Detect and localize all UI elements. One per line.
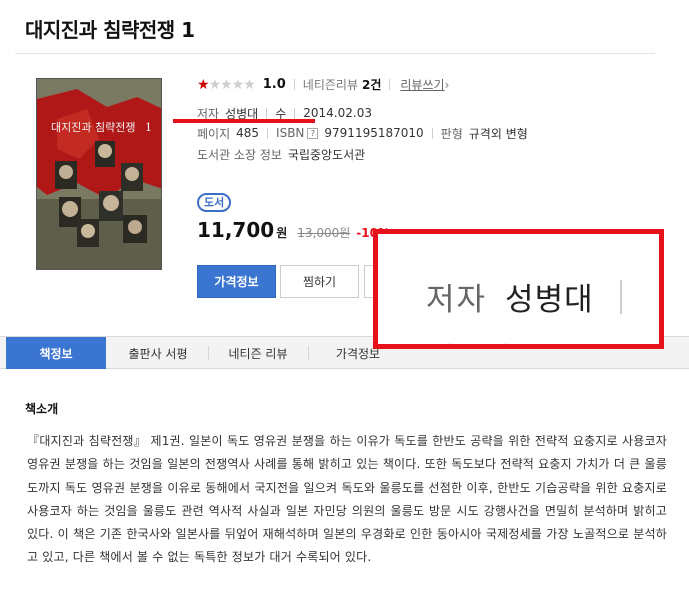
review-label: 네티즌리뷰 [302,78,358,92]
publish-date: 2014.02.03 [303,106,372,120]
divider [293,79,295,90]
original-price: 13,000원 [297,226,351,240]
format-label: 판형 [440,126,463,141]
zoom-author-value: 성병대 [505,282,594,318]
divider [267,127,269,139]
tab-netizen-review[interactable]: 네티즌 리뷰 [208,337,308,369]
book-description: 『대지진과 침략전쟁』 제1권. 일본이 독도 영유권 분쟁을 하는 이유가 독… [27,434,667,565]
section-title: 책소개 [25,402,59,416]
cover-volume: 1 [145,121,152,134]
page-title: 대지진과 침략전쟁 1 [25,18,195,42]
help-icon[interactable]: ? [307,127,319,139]
price-row: 11,700 원 13,000원 -10% [197,218,390,242]
isbn-value: 9791195187010 [324,126,424,140]
sale-price: 11,700 [197,218,275,242]
format-badge: 도서 [197,193,232,212]
review-write-link[interactable]: 리뷰쓰기 [400,76,444,93]
divider [431,127,433,139]
rating-stars: ★★★★★ [197,76,256,93]
cover-title: 대지진과 침략전쟁 [51,121,135,134]
zoom-callout: 저자 성병대 페이지 485 [373,229,664,349]
library-label: 도서관 소장 정보 [197,147,282,162]
tab-publisher-review[interactable]: 출판사 서평 [108,337,208,369]
divider [294,107,296,119]
tab-book-info[interactable]: 책정보 [6,337,106,369]
title-divider [15,53,655,54]
page-row: 페이지 485 ISBN ? 9791195187010 판형 규격외 변형 [197,124,528,142]
review-count: 2건 [362,78,382,92]
wishlist-button[interactable]: 찜하기 [280,265,359,298]
chevron-right-icon: › [444,77,450,92]
zoom-page-line: 페이지 485 [426,334,581,344]
book-cover-art: 대지진과 침략전쟁 1 [37,79,161,269]
star-half-icon: ★ [197,76,210,93]
page-label: 페이지 [197,126,231,141]
zoom-author-line: 저자 성병대 [426,274,622,319]
isbn-label: ISBN [276,126,305,140]
library-row: 도서관 소장 정보 국립중앙도서관 [197,145,365,163]
rating-row: ★★★★★ 1.0 네티즌리뷰 2건 리뷰쓰기 › [197,76,449,93]
highlight-underline [173,119,315,123]
page-count: 485 [236,126,260,140]
library-link[interactable]: 국립중앙도서관 [288,146,365,163]
zoom-author-label: 저자 [426,282,488,318]
book-cover[interactable]: 대지진과 침략전쟁 1 [36,78,162,270]
divider [619,279,622,314]
price-info-button[interactable]: 가격정보 [197,265,276,298]
currency-unit: 원 [276,226,288,240]
rating-score: 1.0 [262,77,286,92]
divider [266,107,268,119]
divider [389,79,391,90]
format-value: 규격외 변형 [468,126,528,141]
